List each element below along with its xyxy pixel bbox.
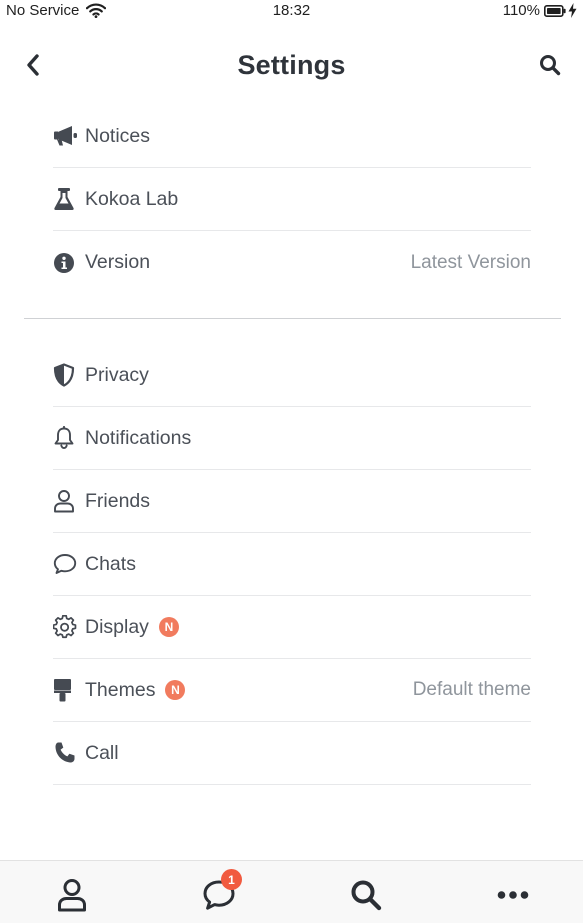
bell-icon xyxy=(53,426,79,450)
settings-row-label: Display xyxy=(85,615,149,638)
new-badge: N xyxy=(165,680,186,700)
section-divider xyxy=(24,318,561,319)
settings-row-label: Notices xyxy=(85,124,151,147)
gear-icon xyxy=(53,615,79,639)
settings-row-notices[interactable]: Notices xyxy=(53,105,531,168)
user-icon xyxy=(53,489,79,513)
current-theme: Default theme xyxy=(412,679,531,700)
version-status: Latest Version xyxy=(410,251,531,273)
settings-row-privacy[interactable]: Privacy xyxy=(53,344,531,407)
bottom-nav: 1 xyxy=(0,860,583,923)
chat-bubble-icon xyxy=(53,552,79,576)
info-icon xyxy=(53,251,79,275)
status-right: 110% xyxy=(503,2,577,19)
shield-icon xyxy=(53,363,79,387)
more-tab[interactable] xyxy=(489,875,537,915)
new-badge: N xyxy=(158,617,179,637)
paint-roller-icon xyxy=(53,678,79,702)
more-icon xyxy=(497,891,529,899)
settings-row-version[interactable]: Version Latest Version xyxy=(53,231,531,294)
status-time: 18:32 xyxy=(272,2,311,19)
friends-tab[interactable] xyxy=(48,875,96,915)
settings-row-kokoa-lab[interactable]: Kokoa Lab xyxy=(53,168,531,231)
user-icon xyxy=(58,879,86,912)
settings-section-preferences: Privacy Notifications Friends Chats Disp… xyxy=(53,344,531,785)
settings-row-label: Chats xyxy=(85,552,136,575)
settings-row-themes[interactable]: Themes N Default theme xyxy=(53,659,531,722)
header: Settings xyxy=(0,40,583,92)
megaphone-icon xyxy=(53,124,79,148)
settings-row-label: Privacy xyxy=(85,363,149,386)
search-icon xyxy=(540,55,561,76)
settings-row-label: Call xyxy=(85,741,119,764)
settings-row-label: Notifications xyxy=(85,426,192,449)
settings-row-call[interactable]: Call xyxy=(53,722,531,785)
settings-row-display[interactable]: Display N xyxy=(53,596,531,659)
search-tab[interactable] xyxy=(342,875,390,915)
battery-percent: 110% xyxy=(502,2,540,19)
chats-tab[interactable]: 1 xyxy=(195,869,243,915)
status-bar: No Service 18:32 110% xyxy=(0,0,583,22)
charging-bolt-icon xyxy=(568,3,577,18)
settings-row-label: Friends xyxy=(85,489,151,512)
settings-row-friends[interactable]: Friends xyxy=(53,470,531,533)
settings-row-label: Version xyxy=(85,251,151,273)
flask-icon xyxy=(53,187,79,211)
search-icon xyxy=(351,880,382,911)
settings-row-chats[interactable]: Chats xyxy=(53,533,531,596)
unread-badge: 1 xyxy=(221,869,242,890)
settings-row-label: Kokoa Lab xyxy=(85,187,179,210)
page-title: Settings xyxy=(237,50,346,80)
search-button[interactable] xyxy=(535,50,565,80)
settings-row-notifications[interactable]: Notifications xyxy=(53,407,531,470)
battery-icon xyxy=(544,4,566,17)
settings-section-general: Notices Kokoa Lab Version Latest Version xyxy=(53,105,531,294)
phone-icon xyxy=(53,741,79,765)
settings-row-label: Themes xyxy=(85,678,156,701)
